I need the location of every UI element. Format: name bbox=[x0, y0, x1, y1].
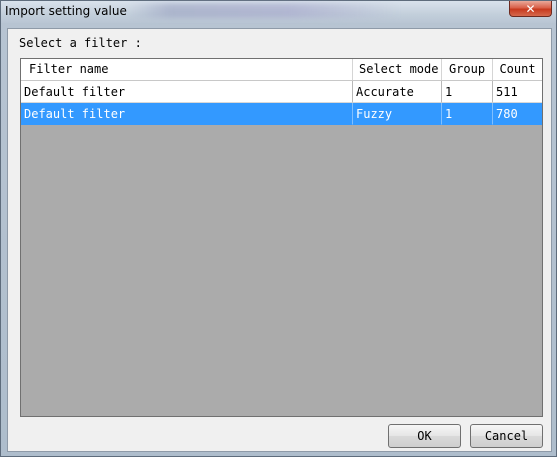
cell-select-mode: Fuzzy bbox=[353, 103, 442, 125]
title-bar[interactable]: Import setting value ✕ bbox=[1, 1, 556, 23]
import-dialog-window: Import setting value ✕ Select a filter :… bbox=[0, 0, 557, 457]
table-row[interactable]: Default filter Accurate 1 511 bbox=[21, 81, 542, 103]
column-header-count[interactable]: Count bbox=[493, 59, 542, 80]
table-row-selected[interactable]: Default filter Fuzzy 1 780 bbox=[21, 103, 542, 125]
dialog-body: Select a filter : Filter name Select mod… bbox=[7, 28, 552, 452]
cell-group: 1 bbox=[442, 81, 493, 103]
close-button[interactable]: ✕ bbox=[509, 1, 552, 17]
cell-filter-name: Default filter bbox=[21, 81, 353, 103]
ok-button[interactable]: OK bbox=[388, 424, 461, 448]
cell-count: 780 bbox=[493, 103, 542, 125]
window-title: Import setting value bbox=[5, 4, 127, 18]
close-icon: ✕ bbox=[525, 1, 536, 16]
column-header-select-mode[interactable]: Select mode bbox=[353, 59, 442, 80]
column-header-group[interactable]: Group bbox=[442, 59, 493, 80]
table-header: Filter name Select mode Group Count bbox=[21, 59, 542, 81]
cell-group: 1 bbox=[442, 103, 493, 125]
column-header-filter-name[interactable]: Filter name bbox=[21, 59, 353, 80]
cell-select-mode: Accurate bbox=[353, 81, 442, 103]
select-filter-label: Select a filter : bbox=[19, 36, 142, 50]
cell-count: 511 bbox=[493, 81, 542, 103]
title-bar-glass bbox=[129, 3, 399, 18]
cancel-button[interactable]: Cancel bbox=[470, 424, 543, 448]
cell-filter-name: Default filter bbox=[21, 103, 353, 125]
filter-table[interactable]: Filter name Select mode Group Count Defa… bbox=[20, 58, 543, 417]
